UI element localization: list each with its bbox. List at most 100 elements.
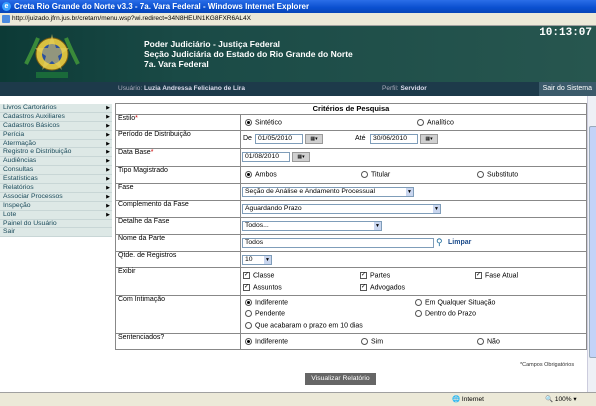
calendar-icon[interactable]: ▦▾ xyxy=(420,134,438,144)
sidebar-item[interactable]: Livros Cartorários ▶ xyxy=(0,104,112,113)
sidebar-item[interactable]: Atermação ▶ xyxy=(0,139,112,149)
required-mark: * xyxy=(150,149,154,156)
radio-icon[interactable] xyxy=(245,119,252,126)
address-bar[interactable]: http://juizado.jfrn.jus.br/cretarn/menu.… xyxy=(0,13,596,26)
row-qtde: Qtde. de Registros 10 ▼ xyxy=(115,251,587,268)
exibir-label: Exibir xyxy=(115,267,241,296)
radio-icon[interactable] xyxy=(361,338,368,345)
zoom-level[interactable]: 🔍 100% ▾ xyxy=(545,393,577,406)
checkbox-checked-icon[interactable]: ✓ xyxy=(360,272,367,279)
sidebar-item[interactable]: Painel do Usuário xyxy=(0,219,112,229)
chevron-right-icon: ▶ xyxy=(106,202,110,209)
estilo-analitico[interactable]: Analítico xyxy=(417,119,454,126)
checkbox-checked-icon[interactable]: ✓ xyxy=(243,284,250,291)
calendar-icon[interactable]: ▦▾ xyxy=(305,134,323,144)
sidebar-item[interactable]: Inspeção ▶ xyxy=(0,201,112,211)
tipo-titular[interactable]: Titular xyxy=(361,171,390,178)
limpar-link[interactable]: Limpar xyxy=(448,239,471,246)
exibir-classe[interactable]: ✓ Classe xyxy=(243,272,274,279)
complemento-select[interactable]: Aguardando Prazo ▼ xyxy=(242,204,441,214)
sidebar-item[interactable]: Registro e Distribuição ▶ xyxy=(0,148,112,158)
address-url[interactable]: http://juizado.jfrn.jus.br/cretarn/menu.… xyxy=(12,15,251,22)
exibir-partes-label: Partes xyxy=(370,272,391,280)
sentenciados-sim-label: Sim xyxy=(371,338,384,346)
estilo-sintetico[interactable]: Sintético xyxy=(245,119,282,126)
radio-icon[interactable] xyxy=(245,322,252,329)
radio-icon[interactable] xyxy=(245,299,252,306)
detalhe-select[interactable]: Todos... ▼ xyxy=(242,221,382,231)
periodo-from-input[interactable]: 01/05/2010 xyxy=(255,134,303,144)
chevron-down-icon: ▼ xyxy=(433,205,440,213)
sidebar-item[interactable]: Associar Processos ▶ xyxy=(0,192,112,202)
exit-button[interactable]: Sair do Sistema xyxy=(538,82,596,96)
sidebar-item[interactable]: Consultas ▶ xyxy=(0,166,112,176)
intimacao-indiferente[interactable]: Indiferente xyxy=(245,299,288,306)
sidebar-item[interactable]: Lote ▶ xyxy=(0,210,112,220)
sidebar-item-label: Lote xyxy=(3,210,17,218)
intimacao-qualquer[interactable]: Em Qualquer Situação xyxy=(415,299,495,306)
sidebar-item[interactable]: Relatórios ▶ xyxy=(0,184,112,193)
sentenciados-sim[interactable]: Sim xyxy=(361,338,383,345)
tipo-label: Tipo Magistrado xyxy=(115,166,241,184)
form-title: Critérios de Pesquisa xyxy=(115,103,587,114)
radio-icon[interactable] xyxy=(415,299,422,306)
radio-icon[interactable] xyxy=(361,171,368,178)
database-input[interactable]: 01/08/2010 xyxy=(242,152,290,162)
database-label-text: Data Base xyxy=(118,149,151,156)
radio-icon[interactable] xyxy=(245,310,252,317)
sentenciados-nao[interactable]: Não xyxy=(477,338,500,345)
sidebar-item[interactable]: Audiências ▶ xyxy=(0,157,112,167)
checkbox-checked-icon[interactable]: ✓ xyxy=(475,272,482,279)
radio-icon[interactable] xyxy=(477,171,484,178)
tipo-titular-label: Titular xyxy=(371,171,391,179)
required-mark: * xyxy=(135,115,138,122)
intimacao-acabaram[interactable]: Que acabaram o prazo em 10 dias xyxy=(245,322,363,329)
map-pin-icon[interactable]: ⚲ xyxy=(436,237,443,248)
chevron-right-icon: ▶ xyxy=(106,158,110,165)
sentenciados-indiferente-label: Indiferente xyxy=(255,338,289,346)
calendar-icon[interactable]: ▦▾ xyxy=(292,152,310,162)
exibir-advogados[interactable]: ✓ Advogados xyxy=(360,284,405,291)
radio-icon[interactable] xyxy=(245,171,252,178)
radio-icon[interactable] xyxy=(245,338,252,345)
radio-icon[interactable] xyxy=(417,119,424,126)
sidebar-item[interactable]: Cadastros Básicos ▶ xyxy=(0,121,112,131)
sidebar-menu: Livros Cartorários ▶ Cadastros Auxiliares ▶… xyxy=(0,104,112,238)
tipo-ambos-label: Ambos xyxy=(255,171,277,179)
radio-icon[interactable] xyxy=(415,310,422,317)
header-line1: Poder Judiciário - Justiça Federal xyxy=(144,39,281,49)
radio-icon[interactable] xyxy=(477,338,484,345)
sidebar-item[interactable]: Cadastros Auxiliares ▶ xyxy=(0,112,112,122)
checkbox-checked-icon[interactable]: ✓ xyxy=(360,284,367,291)
tipo-substituto[interactable]: Substituto xyxy=(477,171,518,178)
scrollbar-thumb[interactable] xyxy=(589,126,596,358)
exibir-fase-atual[interactable]: ✓ Fase Atual xyxy=(475,272,518,279)
chevron-down-icon: ▼ xyxy=(406,188,413,196)
tipo-ambos[interactable]: Ambos xyxy=(245,171,277,178)
fase-select[interactable]: Seção de Análise e Andamento Processual ▼ xyxy=(242,187,414,197)
complemento-select-value: Aguardando Prazo xyxy=(245,205,302,212)
user-name: Luzia Andressa Feliciano de Lira xyxy=(144,85,245,92)
chevron-right-icon: ▶ xyxy=(106,105,110,111)
exibir-partes[interactable]: ✓ Partes xyxy=(360,272,390,279)
exibir-assuntos[interactable]: ✓ Assuntos xyxy=(243,284,282,291)
user-label-text: Usuário: xyxy=(118,85,143,92)
sidebar-item[interactable]: Estatísticas ▶ xyxy=(0,175,112,185)
intimacao-dentro-prazo[interactable]: Dentro do Prazo xyxy=(415,310,476,317)
chevron-right-icon: ▶ xyxy=(106,140,110,147)
sentenciados-indiferente[interactable]: Indiferente xyxy=(245,338,288,345)
periodo-to-input[interactable]: 30/06/2010 xyxy=(370,134,418,144)
exibir-assuntos-label: Assuntos xyxy=(253,284,282,292)
checkbox-checked-icon[interactable]: ✓ xyxy=(243,272,250,279)
fase-label: Fase xyxy=(115,183,241,201)
sidebar-item[interactable]: Sair xyxy=(0,228,112,238)
chevron-right-icon: ▶ xyxy=(106,167,110,174)
parte-input[interactable]: Todos xyxy=(242,238,434,248)
qtde-select[interactable]: 10 ▼ xyxy=(242,255,272,265)
intimacao-pendente[interactable]: Pendente xyxy=(245,310,285,317)
vertical-scrollbar[interactable] xyxy=(587,96,596,392)
visualizar-relatorio-button[interactable]: Visualizar Relatório xyxy=(305,373,376,385)
sidebar-item[interactable]: Perícia ▶ xyxy=(0,130,112,140)
fase-select-value: Seção de Análise e Andamento Processual xyxy=(245,188,375,195)
exibir-options: ✓ Classe ✓ Partes ✓ Fase Atual ✓ Assuntos ✓ A… xyxy=(240,267,587,296)
